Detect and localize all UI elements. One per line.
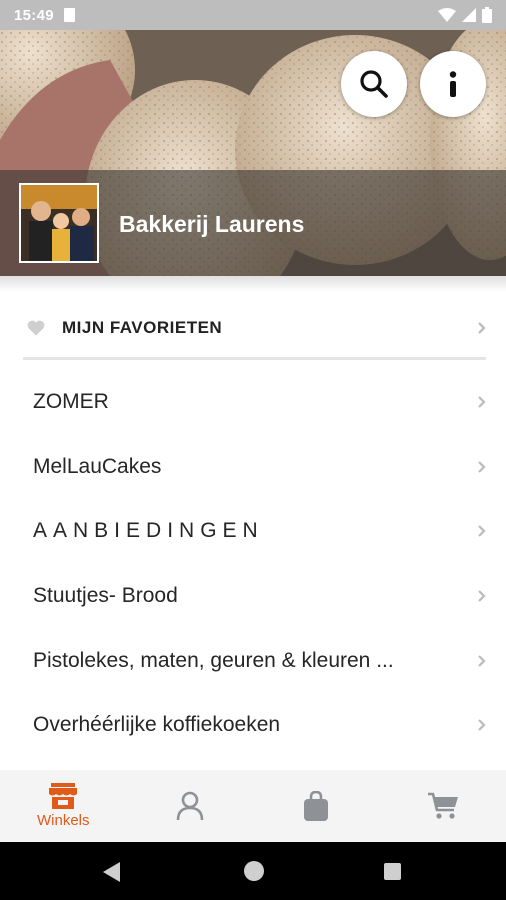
heart-icon — [27, 320, 45, 335]
shop-header: Bakkerij Laurens — [0, 30, 506, 276]
search-icon — [360, 70, 388, 98]
category-item-koffiekoeken[interactable]: Overhéérlijke koffiekoeken — [0, 693, 506, 758]
nav-tab-account[interactable] — [127, 770, 254, 842]
shop-avatar — [19, 183, 99, 263]
store-icon — [49, 783, 78, 809]
system-navigation-bar — [0, 842, 506, 900]
favorites-item[interactable]: MIJN FAVORIETEN — [23, 298, 486, 360]
category-label: Pistolekes, maten, geuren & kleuren ... — [33, 648, 394, 672]
category-item-stuutjes-brood[interactable]: Stuutjes- Brood — [0, 564, 506, 629]
chevron-right-icon — [478, 461, 486, 473]
shopping-bag-icon — [304, 791, 329, 821]
home-icon[interactable] — [244, 861, 264, 881]
category-list: ZOMER MelLauCakes AANBIEDINGEN Stuutjes-… — [0, 370, 506, 758]
nav-tab-orders[interactable] — [253, 770, 380, 842]
chevron-right-icon — [478, 590, 486, 602]
status-time: 15:49 — [14, 6, 54, 24]
info-button[interactable] — [420, 51, 486, 117]
family-photo — [21, 185, 97, 261]
header-shadow — [0, 276, 506, 292]
category-label: Overhéérlijke koffiekoeken — [33, 713, 281, 737]
nav-label: Winkels — [36, 812, 90, 829]
nav-tab-cart[interactable] — [380, 770, 506, 842]
category-item-mellaucakes[interactable]: MelLauCakes — [0, 435, 506, 500]
chevron-right-icon — [478, 525, 486, 538]
chevron-right-icon — [478, 719, 486, 732]
chevron-right-icon — [478, 321, 486, 334]
status-bar: 15:49 — [0, 0, 506, 30]
bottom-navigation: Winkels — [0, 770, 506, 842]
category-item-pistolekes[interactable]: Pistolekes, maten, geuren & kleuren ... — [0, 628, 506, 693]
user-icon — [176, 791, 204, 821]
chevron-right-icon — [478, 654, 486, 667]
category-label: AANBIEDINGEN — [33, 519, 264, 543]
category-label: ZOMER — [33, 390, 109, 414]
category-label: MelLauCakes — [33, 454, 162, 478]
chevron-right-icon — [478, 396, 486, 409]
wifi-icon — [438, 8, 456, 22]
category-item-zomer[interactable]: ZOMER — [0, 370, 506, 435]
signal-icon — [462, 8, 476, 22]
nav-tab-winkels[interactable]: Winkels — [0, 770, 127, 842]
search-button[interactable] — [341, 51, 407, 117]
battery-icon — [482, 7, 492, 23]
favorites-label: MIJN FAVORIETEN — [62, 317, 223, 337]
back-icon[interactable] — [103, 862, 121, 882]
sim-card-icon — [63, 8, 75, 22]
category-label: Stuutjes- Brood — [33, 584, 178, 608]
recent-apps-icon[interactable] — [384, 863, 401, 880]
shop-name: Bakkerij Laurens — [119, 211, 305, 237]
cart-icon — [427, 792, 458, 819]
category-item-aanbiedingen[interactable]: AANBIEDINGEN — [0, 499, 506, 564]
status-icons — [438, 7, 492, 23]
info-icon — [449, 71, 457, 97]
